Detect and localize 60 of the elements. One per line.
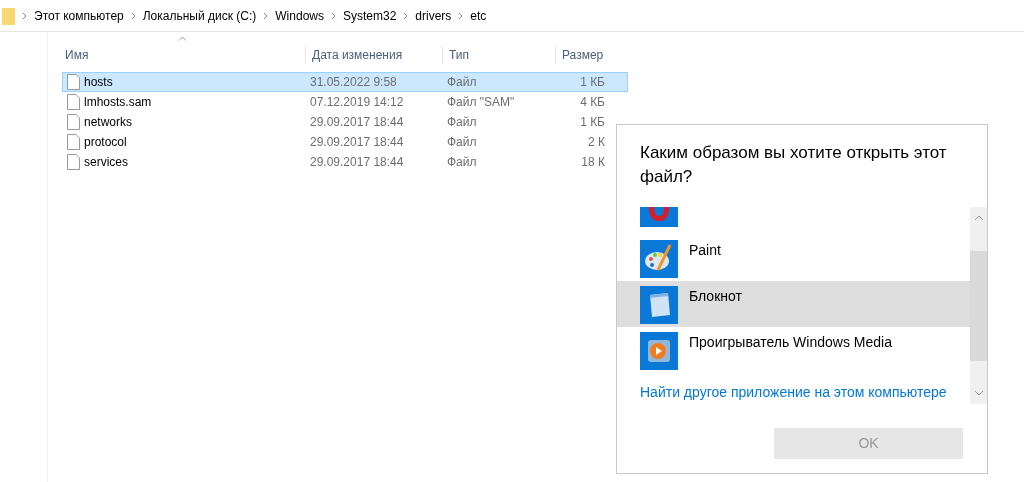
file-type: Файл "SAM" [447,94,516,111]
column-header[interactable]: Дата изменения [305,46,442,64]
breadcrumb-item[interactable]: Этот компьютер [34,6,124,25]
modified-date: 07.12.2019 14:12 [310,94,405,111]
file-type: Файл [447,74,478,91]
file-icon [67,74,80,90]
app-option[interactable]: Проигрыватель Windows Media [617,327,970,373]
file-icon [67,134,80,150]
chevron-icon [331,11,336,20]
file-size: 1 КБ [579,74,606,91]
column-header[interactable]: Размер [555,46,615,64]
file-name: hosts [84,74,114,91]
file-row[interactable]: services 29.09.2017 18:44 Файл 18 К [62,152,628,172]
modified-date: 29.09.2017 18:44 [310,154,405,171]
sort-up-icon [178,36,187,41]
file-icon [67,114,80,130]
breadcrumb-item[interactable]: Windows [275,6,324,25]
folder-icon [2,6,15,25]
file-type: Файл [447,134,478,151]
app-option[interactable]: Paint [617,235,970,281]
file-row[interactable]: networks 29.09.2017 18:44 Файл 1 КБ [62,112,628,132]
file-name: lmhosts.sam [84,94,153,111]
chevron-icon [130,11,136,20]
palette-icon [640,240,678,278]
scroll-down-icon[interactable] [973,390,984,396]
file-size: 1 КБ [579,114,606,131]
modified-date: 29.09.2017 18:44 [310,134,405,151]
chevron-icon [263,11,269,20]
notepad-icon [640,286,678,324]
chevron-icon [22,11,27,20]
file-size: 4 КБ [579,94,606,111]
file-size: 18 К [580,154,606,171]
column-header[interactable]: Имя [48,46,305,64]
file-row[interactable]: hosts 31.05.2022 9:58 Файл 1 КБ [62,72,628,92]
play-icon [640,332,678,370]
file-icon [67,154,80,170]
scroll-up-icon[interactable] [973,215,984,221]
modified-date: 31.05.2022 9:58 [310,74,398,91]
app-icon [640,207,678,227]
file-type: Файл [447,154,478,171]
file-row[interactable]: lmhosts.sam 07.12.2019 14:12 Файл "SAM" 4 КБ [62,92,628,112]
breadcrumb-item[interactable]: System32 [343,6,397,25]
find-app-link[interactable]: Найти другое приложение на этом компьютере [640,383,970,401]
file-name: services [84,154,129,171]
dialog-title: Каким образом вы хотите открыть этот файл? [640,142,948,188]
file-icon [67,94,80,110]
modified-date: 29.09.2017 18:44 [310,114,405,131]
column-header[interactable]: Тип [442,46,555,64]
file-name: networks [84,114,134,131]
scrollbar[interactable] [970,207,987,404]
breadcrumb-item[interactable]: Локальный диск (C:) [142,6,257,25]
chevron-icon [458,11,464,20]
breadcrumb-item[interactable]: etc [470,6,487,25]
app-option[interactable]: Блокнот [617,281,970,327]
file-row[interactable]: protocol 29.09.2017 18:44 Файл 2 К [62,132,628,152]
file-size: 2 К [587,134,606,151]
file-type: Файл [447,114,478,131]
chevron-icon [403,11,409,20]
file-name: protocol [84,134,128,151]
breadcrumb-item[interactable]: drivers [415,6,452,25]
